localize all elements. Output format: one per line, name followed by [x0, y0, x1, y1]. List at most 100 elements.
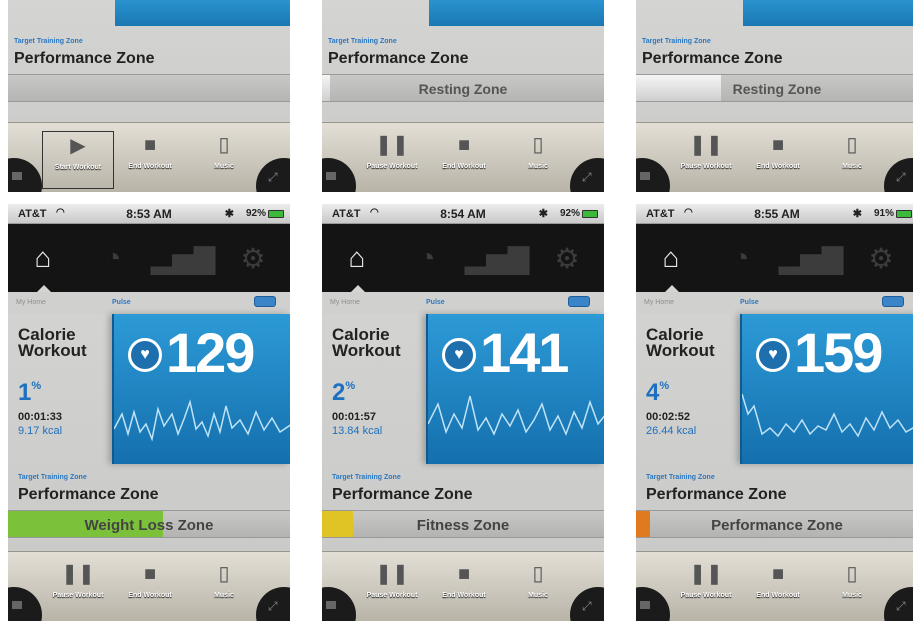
stop-icon: ■ [457, 563, 471, 585]
lock-icon [326, 601, 336, 609]
heart-rate-waveform [114, 399, 290, 442]
music-button[interactable]: ▯ Music [816, 131, 888, 189]
settings-tab[interactable]: ⚙ [846, 224, 913, 292]
home-tab[interactable]: ⌂ [8, 224, 78, 292]
settings-tab[interactable]: ⚙ [218, 224, 288, 292]
rotate-button[interactable]: ⤢ [256, 587, 290, 621]
elapsed-time: 00:02:52 [646, 411, 691, 423]
zone-name: Resting Zone [732, 81, 822, 97]
settings-tab[interactable]: ⚙ [532, 224, 602, 292]
end-workout-button[interactable]: ■ End Workout [114, 560, 186, 618]
lock-button[interactable] [322, 158, 356, 192]
ipod-icon: ▯ [218, 134, 230, 156]
stats-tab[interactable]: ▂▅▇ [776, 224, 846, 292]
stopwatch-tab[interactable]: ◔ [78, 224, 148, 292]
target-zone-label: Target Training Zone [328, 38, 397, 45]
button-label: End Workout [756, 163, 800, 170]
arrows-icon: ⤢ [582, 599, 592, 613]
stop-icon: ■ [143, 134, 157, 156]
heart-icon: ♥ [128, 338, 162, 372]
rotate-button[interactable]: ⤢ [884, 158, 913, 192]
button-label: End Workout [442, 592, 486, 599]
lock-button[interactable] [8, 587, 42, 621]
zone-progress-bar: Performance Zone [636, 510, 913, 538]
bluetooth-icon: ✱ [538, 208, 548, 220]
rotate-button[interactable]: ⤢ [570, 587, 604, 621]
zone-name: Performance Zone [711, 517, 843, 534]
toolbar: ❚❚ Pause Workout ■ End Workout ▯ Music ⤢ [636, 122, 913, 192]
pause-workout-button[interactable]: ❚❚ Pause Workout [670, 131, 742, 189]
end-workout-button[interactable]: ■ End Workout [742, 131, 814, 189]
music-button[interactable]: ▯ Music [816, 560, 888, 618]
zone-progress-bar: Weight Loss Zone [8, 510, 290, 538]
lock-icon [640, 601, 650, 609]
pulse-label: Pulse [112, 299, 131, 306]
music-button[interactable]: ▯ Music [188, 560, 260, 618]
phone-screen-1: AT&T ◠ 8:53 AM ✱ 92% ⌂ ◔ ▂▅▇ ⚙ My Home P… [8, 204, 290, 621]
rotate-button[interactable]: ⤢ [884, 587, 913, 621]
battery-percent: 91% [873, 208, 894, 219]
pause-icon: ❚❚ [689, 563, 723, 585]
zone-progress-bar: Fitness Zone [322, 510, 604, 538]
my-home-label: My Home [330, 299, 360, 306]
end-workout-button[interactable]: ■ End Workout [742, 560, 814, 618]
target-zone-label: Target Training Zone [646, 474, 715, 481]
stop-icon: ■ [457, 134, 471, 156]
workout-name: Calorie Workout [332, 325, 401, 360]
button-label: Pause Workout [680, 163, 732, 170]
button-label: Music [842, 592, 862, 599]
button-label: Music [214, 592, 234, 599]
target-zone-label: Target Training Zone [14, 38, 83, 45]
lock-button[interactable] [636, 587, 670, 621]
stop-icon: ■ [143, 563, 157, 585]
pulse-panel: ♥ 129 [112, 314, 290, 464]
my-home-label: My Home [16, 299, 46, 306]
heart-icon: ♥ [756, 338, 790, 372]
button-label: Music [528, 163, 548, 170]
button-label: Music [214, 163, 234, 170]
pause-workout-button[interactable]: ❚❚ Pause Workout [356, 131, 428, 189]
stopwatch-icon: ◔ [104, 242, 122, 273]
music-button[interactable]: ▯ Music [188, 131, 260, 189]
rotate-button[interactable]: ⤢ [570, 158, 604, 192]
ipod-icon: ▯ [532, 563, 544, 585]
music-button[interactable]: ▯ Music [502, 560, 574, 618]
button-label: End Workout [442, 163, 486, 170]
stopwatch-tab[interactable]: ◔ [392, 224, 462, 292]
stats-tab[interactable]: ▂▅▇ [148, 224, 218, 292]
pause-workout-button[interactable]: ❚❚ Pause Workout [670, 560, 742, 618]
pause-workout-button[interactable]: ❚❚ Pause Workout [356, 560, 428, 618]
bluetooth-icon: ✱ [852, 208, 862, 220]
end-workout-button[interactable]: ■ End Workout [428, 560, 500, 618]
start-workout-button[interactable]: ▶ Start Workout [42, 131, 114, 189]
pause-workout-button[interactable]: ❚❚ Pause Workout [42, 560, 114, 618]
arrows-icon: ⤢ [268, 170, 278, 184]
percent-sign: % [31, 380, 42, 392]
pulse-label: Pulse [740, 299, 759, 306]
home-tab[interactable]: ⌂ [322, 224, 392, 292]
bar-chart-icon: ▂▅▇ [464, 242, 530, 274]
performance-label: Performance Zone [646, 486, 787, 503]
end-workout-button[interactable]: ■ End Workout [114, 131, 186, 189]
play-icon: ▶ [70, 135, 86, 157]
stats-tab[interactable]: ▂▅▇ [462, 224, 532, 292]
home-tab[interactable]: ⌂ [636, 224, 706, 292]
sub-header: My Home Pulse [636, 292, 913, 314]
pause-icon: ❚❚ [61, 563, 95, 585]
end-workout-button[interactable]: ■ End Workout [428, 131, 500, 189]
bar-chart-icon: ▂▅▇ [150, 242, 216, 274]
tab-bar: ⌂ ◔ ▂▅▇ ⚙ [322, 224, 604, 293]
lock-button[interactable] [8, 158, 42, 192]
music-button[interactable]: ▯ Music [502, 131, 574, 189]
rotate-button[interactable]: ⤢ [256, 158, 290, 192]
battery-percent: 92% [559, 208, 580, 219]
performance-label: Performance Zone [332, 486, 473, 503]
toolbar: ▶ Start Workout ■ End Workout ▯ Music ⤢ [8, 122, 290, 192]
pause-icon: ❚❚ [689, 134, 723, 156]
clock: 8:55 AM [754, 207, 800, 221]
toolbar: ❚❚ Pause Workout ■ End Workout ▯ Music ⤢ [322, 122, 604, 192]
pulse-panel: ♥ 159 [740, 314, 913, 464]
lock-button[interactable] [322, 587, 356, 621]
stopwatch-tab[interactable]: ◔ [706, 224, 776, 292]
lock-button[interactable] [636, 158, 670, 192]
